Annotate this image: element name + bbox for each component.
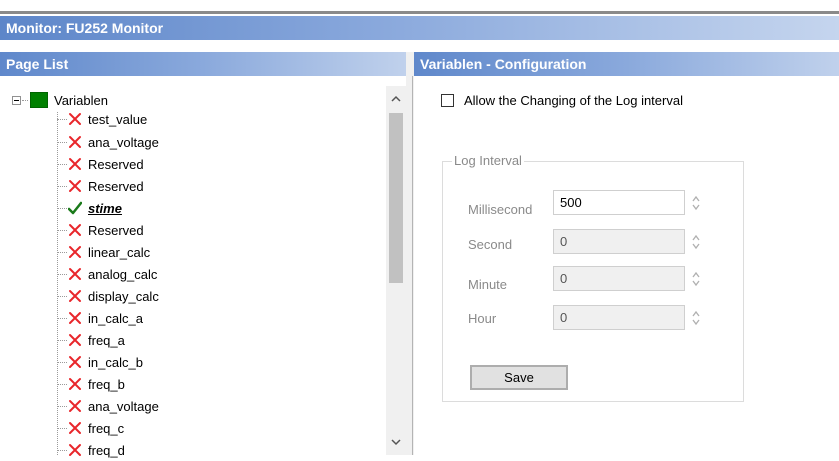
window-title-bar: Monitor: FU252 Monitor (0, 16, 839, 40)
tree-item[interactable]: ana_voltage (57, 395, 159, 417)
tree-item[interactable]: freq_c (57, 417, 124, 439)
second-input[interactable] (553, 229, 685, 254)
tree-item[interactable]: ana_voltage (57, 131, 159, 153)
configuration-title: Variablen - Configuration (420, 56, 587, 72)
hour-label: Hour (468, 311, 497, 326)
tree-item-label[interactable]: analog_calc (88, 267, 157, 282)
tree-item[interactable]: test_value (57, 108, 147, 130)
millisecond-label: Millisecond (468, 202, 533, 217)
tree-root-label[interactable]: Variablen (54, 93, 108, 108)
red-x-icon (69, 136, 81, 148)
tree-root-variablen[interactable]: Variablen (12, 92, 108, 108)
spinner-arrows-icon (692, 310, 700, 325)
scroll-down-button[interactable] (386, 434, 406, 451)
scroll-up-button[interactable] (386, 90, 406, 107)
tree-item-label[interactable]: stime (88, 201, 122, 216)
red-x-icon (69, 224, 81, 236)
log-interval-legend: Log Interval (452, 153, 524, 168)
red-x-icon (69, 290, 81, 302)
red-x-icon (69, 268, 81, 280)
tree-item[interactable]: display_calc (57, 285, 159, 307)
minute-input[interactable] (553, 266, 685, 291)
tree-item-label[interactable]: Reserved (88, 223, 144, 238)
second-label: Second (468, 237, 513, 252)
tree-item[interactable]: freq_d (57, 439, 125, 461)
spinner-arrows-icon (692, 271, 700, 286)
page-list-header: Page List (0, 52, 406, 76)
tree-item[interactable]: in_calc_b (57, 351, 143, 373)
configuration-header: Variablen - Configuration (414, 52, 839, 76)
red-x-icon (69, 246, 81, 258)
red-x-icon (69, 356, 81, 368)
tree-item[interactable]: Reserved (57, 153, 144, 175)
tree-item-label[interactable]: linear_calc (88, 245, 150, 260)
collapse-icon[interactable] (12, 95, 21, 105)
red-x-icon (69, 378, 81, 390)
tree-item[interactable]: in_calc_a (57, 307, 143, 329)
minute-label: Minute (468, 277, 508, 292)
red-x-icon (69, 422, 81, 434)
second-spinner[interactable] (688, 229, 704, 254)
spinner-arrows-icon (692, 234, 700, 249)
red-x-icon (69, 312, 81, 324)
tree-item[interactable]: Reserved (57, 175, 144, 197)
green-check-icon (68, 201, 82, 215)
scrollbar-thumb[interactable] (389, 113, 403, 283)
red-x-icon (69, 158, 81, 170)
minute-spinner[interactable] (688, 266, 704, 291)
allow-change-label[interactable]: Allow the Changing of the Log interval (464, 93, 683, 108)
tree-item-label[interactable]: Reserved (88, 179, 144, 194)
green-square-icon (30, 92, 48, 108)
window-top-border (0, 11, 839, 14)
millisecond-spinner[interactable] (688, 190, 704, 215)
tree-item-label[interactable]: Reserved (88, 157, 144, 172)
tree-item-label[interactable]: ana_voltage (88, 399, 159, 414)
tree-item-label[interactable]: freq_a (88, 333, 125, 348)
tree-item[interactable]: freq_a (57, 329, 125, 351)
red-x-icon (69, 180, 81, 192)
allow-change-checkbox[interactable] (441, 94, 454, 107)
page-list-title: Page List (6, 56, 69, 72)
tree-item-label[interactable]: freq_c (88, 421, 124, 436)
allow-change-checkbox-row[interactable]: Allow the Changing of the Log interval (441, 93, 683, 108)
chevron-down-icon (391, 439, 401, 446)
tree-item[interactable]: linear_calc (57, 241, 150, 263)
save-button[interactable]: Save (470, 365, 568, 390)
tree-item-label[interactable]: in_calc_b (88, 355, 143, 370)
window-title: Monitor: FU252 Monitor (6, 20, 164, 36)
chevron-up-icon (391, 95, 401, 102)
tree-item-label[interactable]: ana_voltage (88, 135, 159, 150)
tree-scrollbar[interactable] (386, 86, 406, 455)
tree-item-label[interactable]: freq_b (88, 377, 125, 392)
spinner-arrows-icon (692, 195, 700, 210)
tree-item[interactable]: freq_b (57, 373, 125, 395)
tree-item-label[interactable]: freq_d (88, 443, 125, 458)
tree-item[interactable]: Reserved (57, 219, 144, 241)
tree-item[interactable]: analog_calc (57, 263, 157, 285)
tree-item-selected[interactable]: stime (57, 197, 122, 219)
tree-item-label[interactable]: in_calc_a (88, 311, 143, 326)
red-x-icon (69, 113, 81, 125)
tree-item-label[interactable]: test_value (88, 112, 147, 127)
tree-item-label[interactable]: display_calc (88, 289, 159, 304)
millisecond-input[interactable] (553, 190, 685, 215)
red-x-icon (69, 400, 81, 412)
hour-input[interactable] (553, 305, 685, 330)
red-x-icon (69, 334, 81, 346)
hour-spinner[interactable] (688, 305, 704, 330)
